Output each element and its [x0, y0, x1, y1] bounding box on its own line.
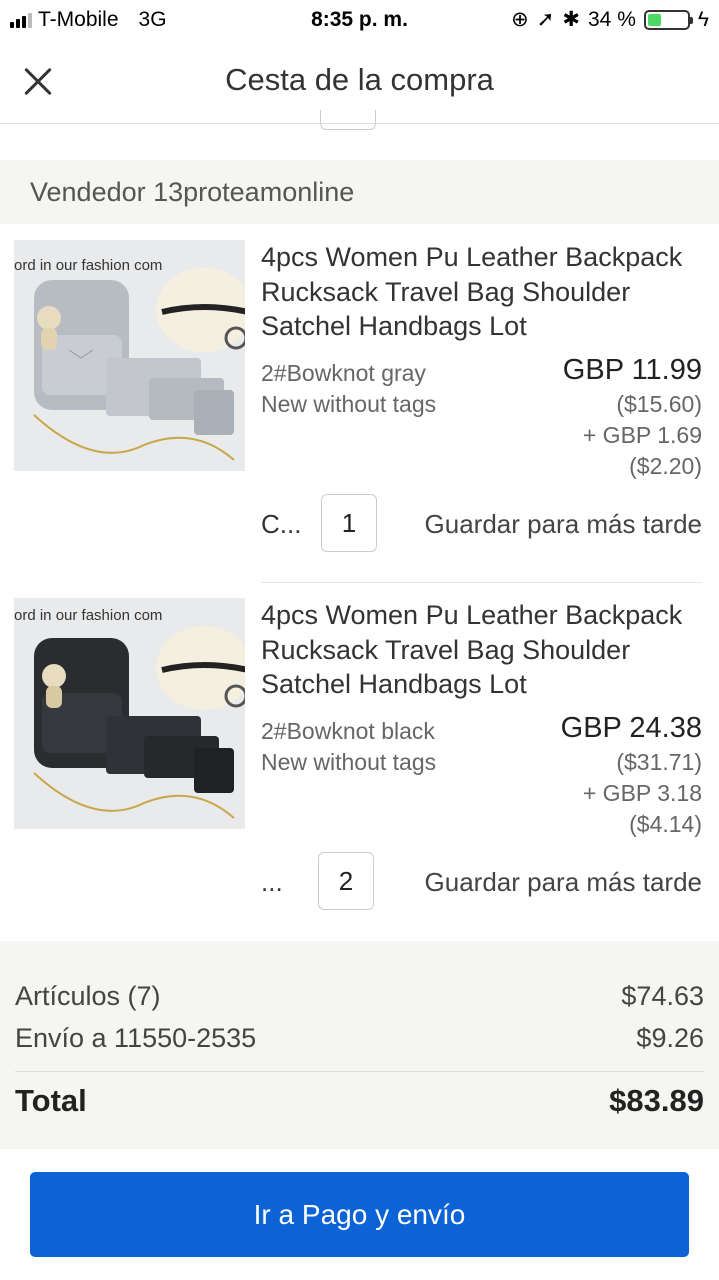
item-shipping: + GBP 1.69	[582, 422, 702, 448]
item-shipping-usd: ($4.14)	[629, 811, 702, 837]
item-price: GBP 11.99	[562, 354, 702, 386]
summary-shipping-label[interactable]: Envío a 11550-2535	[15, 1023, 256, 1054]
battery-percent: 34 %	[588, 7, 636, 31]
page-title: Cesta de la compra	[225, 62, 494, 97]
summary-total-label: Total	[15, 1083, 87, 1118]
more-actions-button[interactable]: ...	[261, 867, 283, 898]
image-caption: ord in our fashion com	[14, 257, 162, 274]
item-condition: New without tags	[261, 749, 437, 775]
battery-icon	[643, 9, 693, 30]
quantity-field[interactable]: 2	[318, 852, 374, 910]
seller-name[interactable]: Vendedor 13proteamonline	[30, 177, 354, 208]
status-right: ⊕ ➚ ✱ 34 % ϟ	[511, 7, 709, 32]
checkout-button[interactable]: Ir a Pago y envío	[30, 1172, 689, 1257]
cart-item: ord in our fashion com 4pcs Women Pu Lea…	[0, 240, 719, 570]
product-image[interactable]: ord in our fashion com	[14, 598, 245, 829]
bluetooth-icon: ✱	[562, 8, 580, 31]
item-variant: 2#Bowknot black	[261, 718, 435, 744]
orientation-lock-icon: ⊕	[511, 8, 529, 31]
charging-icon: ϟ	[697, 7, 709, 31]
item-shipping-usd: ($2.20)	[629, 453, 702, 479]
item-variant: 2#Bowknot gray	[261, 360, 426, 386]
item-divider	[261, 582, 702, 583]
summary-shipping-value: $9.26	[636, 1023, 704, 1053]
item-title[interactable]: 4pcs Women Pu Leather Backpack Rucksack …	[261, 598, 701, 702]
item-shipping: + GBP 3.18	[582, 780, 702, 806]
item-title[interactable]: 4pcs Women Pu Leather Backpack Rucksack …	[261, 240, 701, 344]
item-price-usd: ($31.71)	[616, 749, 702, 775]
more-actions-button[interactable]: C...	[261, 509, 301, 540]
seller-header: Vendedor 13proteamonline	[0, 160, 719, 224]
location-icon: ➚	[536, 8, 555, 31]
product-image[interactable]: ord in our fashion com	[14, 240, 245, 471]
item-price-usd: ($15.60)	[616, 391, 702, 417]
summary-items-label: Artículos (7)	[15, 981, 161, 1011]
order-summary: Artículos (7) $74.63 Envío a 11550-2535 …	[0, 941, 719, 1149]
item-price: GBP 24.38	[560, 712, 702, 744]
save-for-later-link[interactable]: Guardar para más tarde	[425, 509, 702, 540]
summary-total-value: $83.89	[609, 1083, 704, 1118]
battery-level	[647, 13, 661, 26]
image-caption: ord in our fashion com	[14, 607, 162, 624]
save-for-later-link[interactable]: Guardar para más tarde	[425, 867, 702, 898]
quantity-field[interactable]: 1	[321, 494, 377, 552]
summary-divider	[15, 1071, 704, 1072]
summary-items-value: $74.63	[621, 981, 704, 1011]
cart-item: ord in our fashion com 4pcs Women Pu Lea…	[0, 598, 719, 928]
previous-quantity-box	[320, 110, 376, 130]
item-condition: New without tags	[261, 391, 437, 417]
status-bar: T-Mobile 3G 8:35 p. m. ⊕ ➚ ✱ 34 % ϟ	[0, 0, 719, 40]
